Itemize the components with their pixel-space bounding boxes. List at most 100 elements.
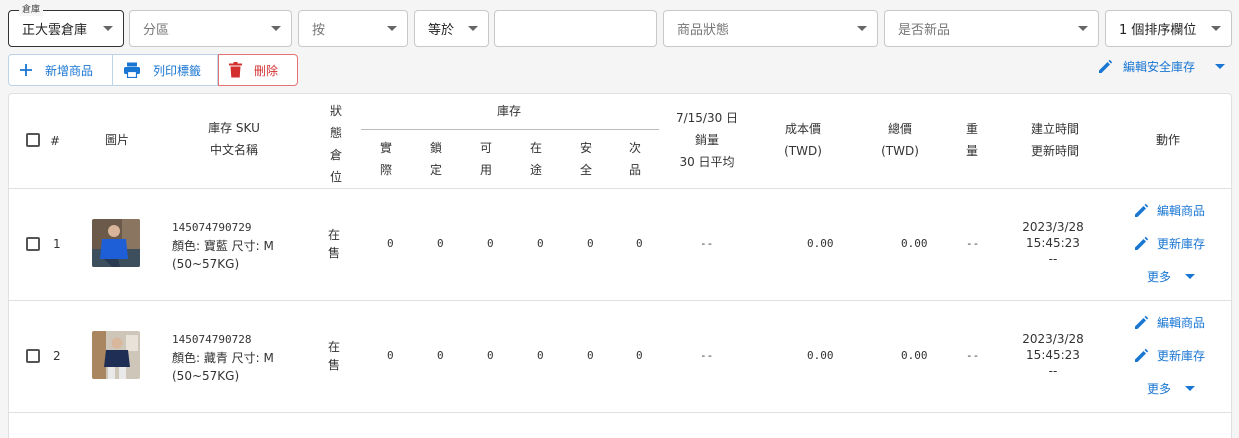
chevron-down-icon (1215, 64, 1225, 69)
update-stock-link[interactable]: 更新庫存 (1133, 347, 1205, 364)
header-index: # (50, 134, 61, 148)
search-by-placeholder: 按 (312, 23, 326, 38)
inventory-table: # 圖片 庫存 SKU 中文名稱 狀 態 倉 位 庫存 實 際 鎖 定 可 用 … (8, 93, 1232, 438)
stock-defective: 0 (636, 237, 643, 250)
header-stock-available: 可 用 (479, 137, 493, 181)
sort-fields-select[interactable]: 1 個排序欄位 (1105, 10, 1232, 47)
print-label-label: 列印標籤 (153, 63, 202, 78)
stock-actual: 0 (387, 349, 394, 362)
zone-placeholder: 分區 (143, 23, 170, 38)
zone-select[interactable]: 分區 (129, 10, 292, 47)
stock-safety: 0 (587, 237, 594, 250)
stock-actual: 0 (387, 237, 394, 250)
weight-value: -- (966, 237, 980, 250)
row-status: 在 售 (327, 226, 341, 262)
row-checkbox[interactable] (26, 237, 40, 251)
header-cost-line2: (TWD) (784, 144, 822, 158)
created-date: 2023/3/28 (1022, 220, 1084, 234)
total-value: 0.00 (901, 237, 928, 250)
created-time: 15:45:23 (1026, 236, 1080, 250)
edit-product-link[interactable]: 編輯商品 (1133, 202, 1205, 219)
update-stock-label: 更新庫存 (1157, 237, 1206, 251)
delete-button[interactable]: 刪除 (218, 54, 298, 86)
chevron-down-icon (1078, 26, 1088, 31)
stock-locked: 0 (437, 349, 444, 362)
stock-in-transit: 0 (537, 349, 544, 362)
stock-locked: 0 (437, 237, 444, 250)
action-button-group: 新增商品 列印標籤 刪除 (8, 54, 298, 86)
cost-value: 0.00 (807, 349, 834, 362)
sku-attr-line2: (50~57KG) (172, 257, 240, 271)
header-stock-defective: 次 品 (628, 137, 642, 181)
more-label: 更多 (1147, 382, 1172, 396)
header-sales-line1: 7/15/30 日 (675, 111, 739, 125)
header-stock-char: 途 (529, 163, 542, 177)
table-row: 2 145074790728 顏色: 藏青 尺寸: M (50~57KG) 在 … (9, 301, 1231, 413)
header-time: 建立時間 更新時間 (1017, 118, 1093, 162)
updated-time: -- (1048, 364, 1058, 378)
chevron-down-icon (387, 26, 397, 31)
product-image[interactable] (92, 219, 140, 267)
row-checkbox[interactable] (26, 349, 40, 363)
sku-attr-line1: 顏色: 寶藍 尺寸: M (172, 239, 274, 253)
more-menu-button[interactable]: 更多 (1147, 268, 1196, 285)
sku-attr-line2: (50~57KG) (172, 369, 240, 383)
header-stock-char: 品 (628, 163, 641, 177)
header-stock-char: 定 (429, 163, 442, 177)
product-photo-icon (92, 331, 140, 379)
trash-icon (229, 62, 242, 78)
header-total-line1: 總價 (887, 122, 912, 136)
header-stock-char: 全 (579, 163, 592, 177)
header-stock-char: 在 (529, 141, 542, 155)
operator-value: 等於 (428, 23, 455, 38)
header-status-char: 倉 (329, 148, 342, 162)
chevron-down-icon (1185, 386, 1196, 391)
add-product-button[interactable]: 新增商品 (8, 54, 113, 86)
stock-available: 0 (487, 237, 494, 250)
search-value-input[interactable] (494, 10, 657, 47)
stock-available: 0 (487, 349, 494, 362)
header-total-line2: (TWD) (881, 144, 919, 158)
product-image[interactable] (92, 331, 140, 379)
header-status-char: 狀 (329, 104, 342, 118)
printer-icon (123, 62, 141, 78)
warehouse-select[interactable]: 倉庫 正大雲倉庫 (8, 4, 124, 47)
edit-safety-stock-button[interactable]: 編輯安全庫存 (1097, 58, 1225, 75)
sku-code: 145074790729 (172, 221, 252, 234)
select-all-checkbox[interactable] (26, 133, 40, 147)
table-row: 1 145074790729 顏色: 寶藍 尺寸: M (50~57KG) 在 … (9, 189, 1231, 301)
header-stock-actual: 實 際 (379, 137, 393, 181)
header-status-char: 態 (329, 126, 342, 140)
is-new-select[interactable]: 是否新品 (884, 10, 1099, 47)
time-block: 2023/3/28 15:45:23 -- (1013, 219, 1093, 267)
header-stock-char: 際 (379, 163, 392, 177)
is-new-placeholder: 是否新品 (898, 23, 951, 38)
header-sales: 7/15/30 日 銷量 30 日平均 (657, 107, 757, 173)
update-stock-label: 更新庫存 (1157, 349, 1206, 363)
header-time-line1: 建立時間 (1030, 122, 1079, 136)
operator-select[interactable]: 等於 (414, 10, 489, 47)
search-by-select[interactable]: 按 (298, 10, 408, 47)
time-block: 2023/3/28 15:45:23 -- (1013, 331, 1093, 379)
more-menu-button[interactable]: 更多 (1147, 380, 1196, 397)
update-stock-link[interactable]: 更新庫存 (1133, 235, 1205, 252)
sku-attr-line1: 顏色: 藏青 尺寸: M (172, 351, 274, 365)
header-stock-char: 實 (379, 141, 392, 155)
row-status-char: 售 (327, 358, 340, 372)
product-status-placeholder: 商品狀態 (677, 23, 730, 38)
header-sales-line2: 銷量 (694, 133, 719, 147)
delete-label: 刪除 (254, 63, 279, 78)
cost-value: 0.00 (807, 237, 834, 250)
edit-product-link[interactable]: 編輯商品 (1133, 314, 1205, 331)
header-action: 動作 (1156, 133, 1181, 147)
header-sku: 庫存 SKU 中文名稱 (194, 117, 274, 161)
product-status-select[interactable]: 商品狀態 (663, 10, 878, 47)
header-total: 總價 (TWD) (865, 118, 935, 162)
chevron-down-icon (1211, 26, 1221, 31)
header-stock-char: 用 (479, 163, 492, 177)
print-label-button[interactable]: 列印標籤 (113, 54, 218, 86)
header-stock-char: 次 (628, 141, 641, 155)
chevron-down-icon (271, 26, 281, 31)
edit-product-label: 編輯商品 (1157, 316, 1206, 330)
header-sku-line1: 庫存 SKU (208, 121, 260, 135)
